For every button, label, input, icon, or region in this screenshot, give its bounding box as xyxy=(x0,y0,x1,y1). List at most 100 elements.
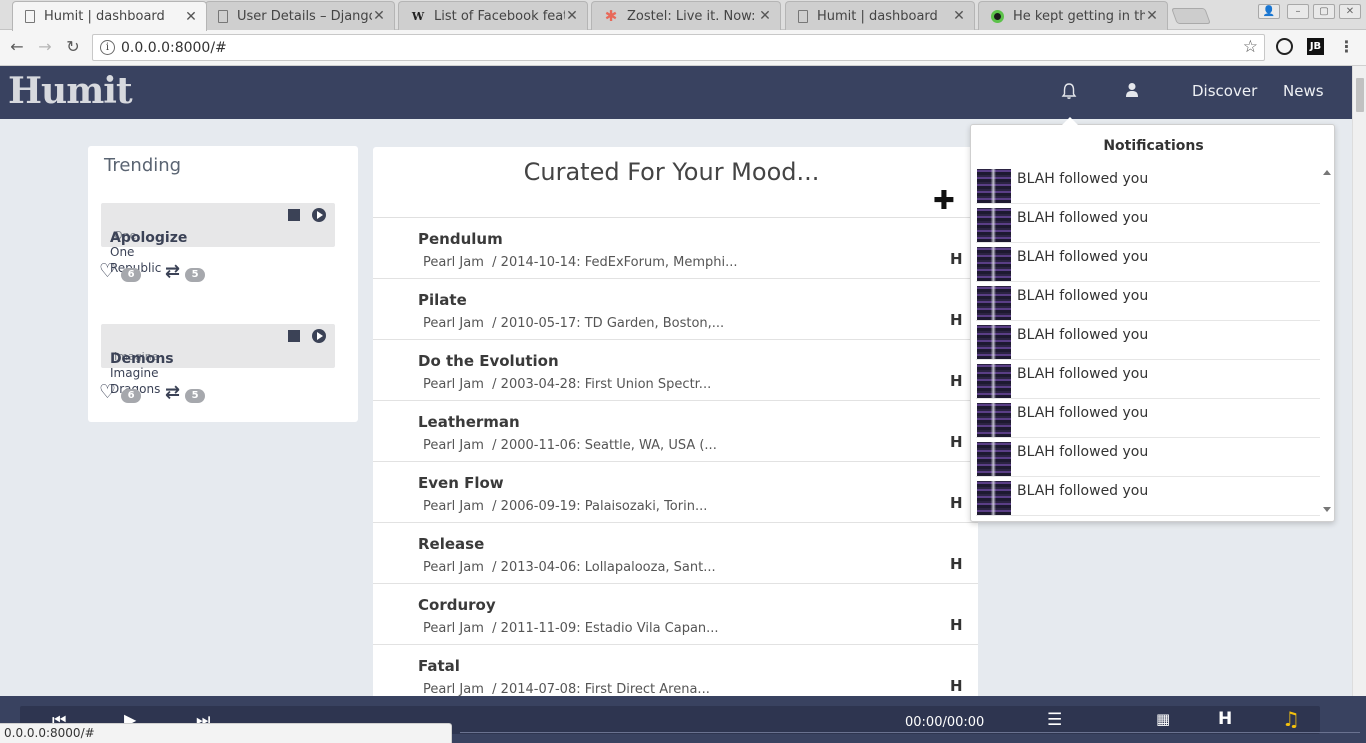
song-row[interactable]: Release Pearl Jam / 2013-04-06: Lollapal… xyxy=(373,523,978,584)
notification-item[interactable]: BLAH followed you xyxy=(976,360,1320,399)
humit-logo[interactable]: Humit xyxy=(8,70,133,112)
song-row[interactable]: Do the Evolution Pearl Jam / 2003-04-28:… xyxy=(373,340,978,401)
likes-stat[interactable]: ♡ 6 xyxy=(99,381,142,403)
notification-item[interactable]: BLAH followed you xyxy=(976,438,1320,477)
close-icon[interactable]: ✕ xyxy=(565,8,579,24)
song-title[interactable]: Release xyxy=(418,535,484,553)
song-row[interactable]: Fatal Pearl Jam / 2014-07-08: First Dire… xyxy=(373,645,978,696)
stop-icon[interactable] xyxy=(288,330,300,342)
add-plus-icon[interactable]: ✚ xyxy=(933,186,955,216)
bell-icon[interactable] xyxy=(1059,82,1079,102)
close-icon[interactable]: ✕ xyxy=(1145,8,1159,24)
humit-h-button[interactable]: H xyxy=(950,250,963,268)
humit-h-button[interactable]: H xyxy=(950,616,963,634)
humit-h-button[interactable]: H xyxy=(950,372,963,390)
notification-item[interactable]: BLAH followed you xyxy=(976,399,1320,438)
play-icon[interactable] xyxy=(312,208,326,222)
reload-icon[interactable]: ↻ xyxy=(62,36,84,58)
window-close-button[interactable]: ✕ xyxy=(1339,4,1361,19)
notification-item[interactable]: BLAH followed you xyxy=(976,243,1320,282)
notification-text: BLAH followed you xyxy=(1017,405,1149,421)
scrollbar-thumb[interactable] xyxy=(1356,78,1364,112)
song-meta: Pearl Jam / 2014-07-08: First Direct Are… xyxy=(423,682,710,696)
notification-item[interactable]: BLAH followed you xyxy=(976,477,1320,516)
reposts-stat[interactable]: ⇄ 5 xyxy=(165,382,206,403)
notifications-list[interactable]: BLAH followed you BLAH followed you BLAH… xyxy=(976,165,1320,517)
humit-h-button[interactable]: H xyxy=(950,494,963,512)
repost-icon[interactable]: ⇄ xyxy=(165,382,180,403)
page-scrollbar[interactable] xyxy=(1352,66,1366,696)
nav-news-link[interactable]: News xyxy=(1283,82,1324,100)
menu-kebab-icon[interactable]: ⋮ xyxy=(1338,38,1355,55)
browser-tab-humit-dashboard-2[interactable]: Humit | dashboard ✕ xyxy=(785,1,975,30)
close-icon[interactable]: ✕ xyxy=(758,8,772,24)
page-icon xyxy=(798,9,808,23)
song-row[interactable]: Pilate Pearl Jam / 2010-05-17: TD Garden… xyxy=(373,279,978,340)
bookmark-star-icon[interactable]: ☆ xyxy=(1243,37,1258,57)
notification-item[interactable]: BLAH followed you xyxy=(976,282,1320,321)
reposts-stat[interactable]: ⇄ 5 xyxy=(165,261,206,282)
song-meta: Pearl Jam / 2006-09-19: Palaisozaki, Tor… xyxy=(423,499,708,514)
browser-tab-video[interactable]: He kept getting in the ✕ xyxy=(978,1,1168,30)
browser-tab-user-details[interactable]: User Details – Django ✕ xyxy=(205,1,395,30)
forward-arrow-icon[interactable]: → xyxy=(34,36,56,58)
scroll-up-arrow-icon[interactable] xyxy=(1323,170,1331,175)
song-title[interactable]: Leatherman xyxy=(418,413,520,431)
notifications-scrollbar[interactable] xyxy=(1321,165,1333,517)
user-icon[interactable] xyxy=(1122,82,1142,102)
humit-h-icon[interactable]: H xyxy=(1218,709,1232,729)
profile-icon[interactable]: 👤 xyxy=(1258,4,1280,19)
stop-icon[interactable] xyxy=(288,209,300,221)
scroll-down-arrow-icon[interactable] xyxy=(1323,507,1331,512)
humit-h-button[interactable]: H xyxy=(950,677,963,695)
extension-icon[interactable] xyxy=(1276,38,1293,55)
progress-track[interactable] xyxy=(460,732,1360,733)
song-title[interactable]: Pilate xyxy=(418,291,467,309)
likes-count-badge: 6 xyxy=(121,267,142,282)
humit-h-button[interactable]: H xyxy=(950,311,963,329)
close-icon[interactable]: ✕ xyxy=(372,8,386,24)
notification-item[interactable]: BLAH followed you xyxy=(976,321,1320,360)
humit-h-button[interactable]: H xyxy=(950,555,963,573)
new-tab-button[interactable] xyxy=(1171,8,1211,24)
song-meta: Pearl Jam / 2000-11-06: Seattle, WA, USA… xyxy=(423,438,717,453)
jetbrains-extension-icon[interactable]: JB xyxy=(1307,38,1324,55)
avatar xyxy=(977,364,1011,398)
playlist-icon[interactable]: ☰ xyxy=(1047,710,1062,730)
avatar xyxy=(977,208,1011,242)
likes-stat[interactable]: ♡ 6 xyxy=(99,260,142,282)
music-note-icon[interactable]: ♫ xyxy=(1282,707,1300,731)
humit-h-button[interactable]: H xyxy=(950,433,963,451)
minimize-button[interactable]: – xyxy=(1287,4,1309,19)
film-icon[interactable]: ▦ xyxy=(1156,710,1170,728)
info-icon[interactable]: i xyxy=(100,40,115,55)
nav-discover-link[interactable]: Discover xyxy=(1192,82,1257,100)
address-bar[interactable]: i ☆ xyxy=(92,34,1265,61)
green-dot-icon xyxy=(991,9,1004,23)
play-icon[interactable] xyxy=(312,329,326,343)
back-arrow-icon[interactable]: ← xyxy=(6,36,28,58)
maximize-button[interactable]: ▢ xyxy=(1313,4,1335,19)
song-title[interactable]: Fatal xyxy=(418,657,460,675)
browser-tab-humit-dashboard[interactable]: Humit | dashboard ✕ xyxy=(12,1,207,31)
song-title[interactable]: Do the Evolution xyxy=(418,352,559,370)
song-title[interactable]: Corduroy xyxy=(418,596,496,614)
browser-tab-zostel[interactable]: ✱ Zostel: Live it. Now: In ✕ xyxy=(591,1,781,30)
song-row[interactable]: Even Flow Pearl Jam / 2006-09-19: Palais… xyxy=(373,462,978,523)
song-row[interactable]: Leatherman Pearl Jam / 2000-11-06: Seatt… xyxy=(373,401,978,462)
song-row[interactable]: Corduroy Pearl Jam / 2011-11-09: Estadio… xyxy=(373,584,978,645)
heart-icon[interactable]: ♡ xyxy=(99,381,116,403)
reposts-count-badge: 5 xyxy=(185,268,206,282)
repost-icon[interactable]: ⇄ xyxy=(165,261,180,282)
song-row[interactable]: Pendulum Pearl Jam / 2014-10-14: FedExFo… xyxy=(373,218,978,279)
song-title[interactable]: Pendulum xyxy=(418,230,503,248)
heart-icon[interactable]: ♡ xyxy=(99,260,116,282)
notification-text: BLAH followed you xyxy=(1017,327,1149,343)
close-icon[interactable]: ✕ xyxy=(184,9,198,25)
url-input[interactable] xyxy=(121,38,1221,57)
notification-item[interactable]: BLAH followed you xyxy=(976,165,1320,204)
close-icon[interactable]: ✕ xyxy=(952,8,966,24)
browser-tab-facebook-features[interactable]: W List of Facebook features ✕ xyxy=(398,1,588,30)
notification-item[interactable]: BLAH followed you xyxy=(976,204,1320,243)
song-title[interactable]: Even Flow xyxy=(418,474,504,492)
